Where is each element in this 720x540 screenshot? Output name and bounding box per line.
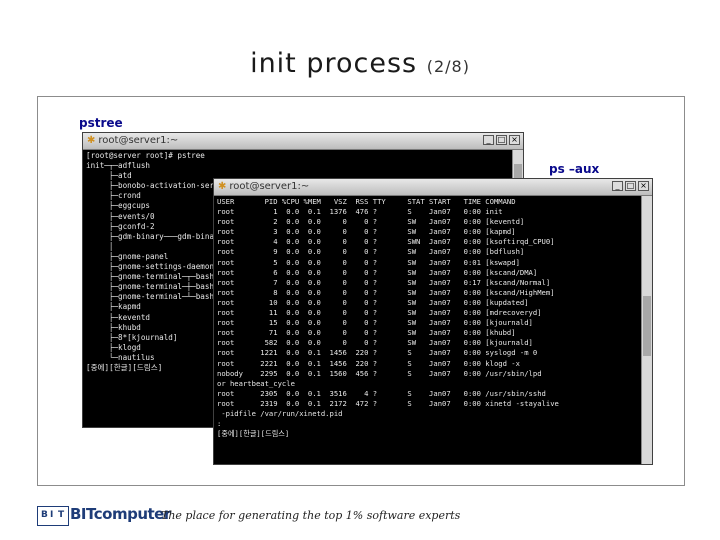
- terminal-line: root 10 0.0 0.0 0 0 ? SW Jan07 0:00 [kup…: [217, 297, 529, 307]
- terminal-line: root 2221 0.0 0.1 1456 220 ? S Jan07 0:0…: [217, 358, 520, 368]
- window-titlebar[interactable]: ✱ root@server1:~: [214, 179, 652, 196]
- terminal-line: :: [217, 419, 222, 429]
- scrollbar[interactable]: [641, 196, 652, 464]
- window-titlebar[interactable]: ✱ root@server1:~: [83, 133, 523, 150]
- app-icon: ✱: [87, 135, 96, 146]
- terminal-line: [중에][한글][드림스]: [217, 429, 290, 439]
- terminal-line: [root@server root]# pstree: [86, 151, 205, 160]
- terminal-line: USER PID %CPU %MEM VSZ RSS TTY STAT STAR…: [217, 197, 516, 206]
- terminal-window-ps[interactable]: ✱ root@server1:~ _ □ × USER PID %CPU %MEM…: [213, 178, 653, 465]
- maximize-icon[interactable]: □: [496, 135, 507, 145]
- window-controls: _ □ ×: [483, 135, 520, 145]
- terminal-line: root 6 0.0 0.0 0 0 ? SW Jan07 0:00 [ksca…: [217, 267, 538, 277]
- terminal-line: root 582 0.0 0.0 0 0 ? SW Jan07 0:00 [kj…: [217, 338, 533, 348]
- close-icon[interactable]: ×: [509, 135, 520, 145]
- close-icon[interactable]: ×: [638, 181, 649, 191]
- window-title: root@server1:~: [229, 181, 310, 192]
- bit-logo-icon: B I T: [37, 506, 69, 526]
- terminal-line: root 8 0.0 0.0 0 0 ? SW Jan07 0:00 [ksca…: [217, 287, 555, 297]
- window-controls: _ □ ×: [612, 181, 649, 191]
- terminal-line: root 3 0.0 0.0 0 0 ? SW Jan07 0:00 [kapm…: [217, 227, 516, 237]
- logo-letter: T: [58, 510, 65, 520]
- terminal-line: root 2 0.0 0.0 0 0 ? SW Jan07 0:00 [keve…: [217, 217, 525, 227]
- app-icon: ✱: [218, 181, 227, 192]
- terminal-line: root 15 0.0 0.0 0 0 ? SW Jan07 0:00 [kjo…: [217, 318, 533, 328]
- window-title: root@server1:~: [98, 135, 179, 146]
- title-text: init process: [250, 48, 418, 79]
- slide-title: init process (2/8): [0, 48, 720, 79]
- pstree-label: pstree: [79, 116, 123, 130]
- terminal-line: -pidfile /var/run/xinetd.pid: [217, 408, 343, 418]
- terminal-line: root 9 0.0 0.0 0 0 ? SW Jan07 0:00 [bdfl…: [217, 247, 525, 257]
- terminal-line: or heartbeat_cycle: [217, 378, 295, 388]
- terminal-output[interactable]: USER PID %CPU %MEM VSZ RSS TTY STAT STAR…: [217, 197, 640, 464]
- logo-letter: I: [50, 510, 54, 520]
- terminal-line: init─┬─adflush: [86, 161, 151, 171]
- terminal-line: root 4 0.0 0.0 0 0 ? SWN Jan07 0:00 [kso…: [217, 237, 555, 247]
- scrollbar-thumb[interactable]: [643, 296, 651, 356]
- brand-name: BITcomputer: [70, 505, 171, 523]
- terminal-line: root 11 0.0 0.0 0 0 ? SW Jan07 0:00 [mdr…: [217, 308, 542, 318]
- terminal-line: root 2305 0.0 0.1 3516 4 ? S Jan07 0:00 …: [217, 388, 546, 398]
- terminal-line: root 1 0.0 0.1 1376 476 ? S Jan07 0:00 i…: [217, 207, 503, 217]
- logo-letter: B: [41, 510, 48, 520]
- terminal-line: root 7 0.0 0.0 0 0 ? SW Jan07 0:17 [ksca…: [217, 277, 551, 287]
- ps-aux-label: ps –aux: [549, 162, 600, 176]
- minimize-icon[interactable]: _: [612, 181, 623, 191]
- terminal-line: root 2319 0.0 0.1 2172 472 ? S Jan07 0:0…: [217, 398, 559, 408]
- terminal-line: root 5 0.0 0.0 0 0 ? SW Jan07 0:01 [kswa…: [217, 257, 520, 267]
- title-subtitle: (2/8): [426, 57, 470, 76]
- maximize-icon[interactable]: □: [625, 181, 636, 191]
- terminal-line: root 1221 0.0 0.1 1456 220 ? S Jan07 0:0…: [217, 348, 538, 358]
- footer: B I T BITcomputer The place for generati…: [37, 498, 683, 530]
- tagline: The place for generating the top 1% soft…: [161, 509, 461, 522]
- minimize-icon[interactable]: _: [483, 135, 494, 145]
- terminal-line: nobody 2295 0.0 0.1 1560 456 ? S Jan07 0…: [217, 368, 542, 378]
- terminal-line: root 71 0.0 0.0 0 0 ? SW Jan07 0:00 [khu…: [217, 328, 516, 338]
